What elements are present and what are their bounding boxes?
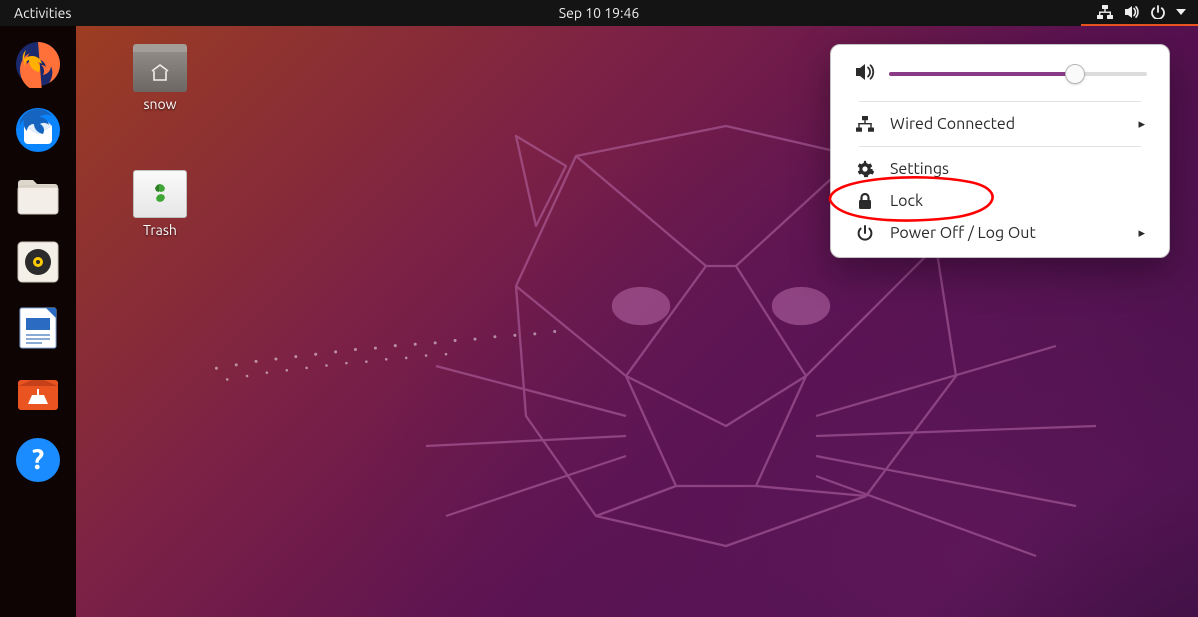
dock: ?: [0, 26, 76, 617]
network-wired-icon: [855, 116, 875, 132]
menu-item-label: Power Off / Log Out: [890, 224, 1123, 242]
top-bar: Activities Sep 10 19:46: [0, 0, 1198, 26]
divider: [859, 146, 1141, 147]
trash-icon: [133, 170, 187, 218]
menu-item-power[interactable]: Power Off / Log Out ▸: [831, 217, 1169, 249]
firefox-icon: [14, 40, 62, 88]
menu-item-wired[interactable]: Wired Connected ▸: [831, 108, 1169, 140]
menu-item-label: Wired Connected: [890, 115, 1123, 133]
dock-item-help[interactable]: ?: [10, 432, 66, 488]
software-icon: [14, 370, 62, 418]
menu-item-settings[interactable]: Settings: [831, 153, 1169, 185]
dock-item-libreoffice-writer[interactable]: [10, 300, 66, 356]
volume-icon: [1124, 5, 1140, 19]
help-icon: ?: [14, 436, 62, 484]
menu-item-label: Settings: [890, 160, 1145, 178]
clock[interactable]: Sep 10 19:46: [559, 0, 640, 26]
menu-item-label: Lock: [890, 192, 1145, 210]
desktop-icon-snow[interactable]: snow: [120, 44, 200, 112]
dropdown-icon: [1176, 9, 1186, 15]
folder-icon: [133, 44, 187, 92]
dock-item-thunderbird[interactable]: [10, 102, 66, 158]
volume-thumb[interactable]: [1065, 64, 1085, 84]
dock-item-files[interactable]: [10, 168, 66, 224]
volume-fill: [889, 72, 1075, 76]
system-menu: Wired Connected ▸ Settings Lock: [830, 44, 1170, 258]
desktop-icon-label: snow: [120, 96, 200, 112]
thunderbird-icon: [14, 106, 62, 154]
files-icon: [14, 172, 62, 220]
status-area[interactable]: [1081, 0, 1198, 26]
activities-button[interactable]: Activities: [0, 0, 85, 26]
dock-item-firefox[interactable]: [10, 36, 66, 92]
gear-icon: [855, 160, 875, 178]
power-icon: [1151, 5, 1165, 19]
svg-text:?: ?: [32, 444, 44, 475]
writer-icon: [14, 304, 62, 352]
desktop-icon-label: Trash: [120, 222, 200, 238]
chevron-right-icon: ▸: [1138, 226, 1145, 241]
rhythmbox-icon: [14, 238, 62, 286]
volume-icon: [855, 63, 875, 85]
dock-item-rhythmbox[interactable]: [10, 234, 66, 290]
desktop-icon-trash[interactable]: Trash: [120, 170, 200, 238]
network-wired-icon: [1097, 5, 1113, 19]
volume-row: [831, 59, 1169, 95]
dock-item-ubuntu-software[interactable]: [10, 366, 66, 422]
chevron-right-icon: ▸: [1138, 117, 1145, 132]
lock-icon: [855, 192, 875, 210]
desktop-root: Activities Sep 10 19:46: [0, 0, 1198, 617]
volume-slider[interactable]: [889, 65, 1147, 83]
power-icon: [855, 225, 875, 241]
menu-item-lock[interactable]: Lock: [831, 185, 1169, 217]
divider: [859, 101, 1141, 102]
